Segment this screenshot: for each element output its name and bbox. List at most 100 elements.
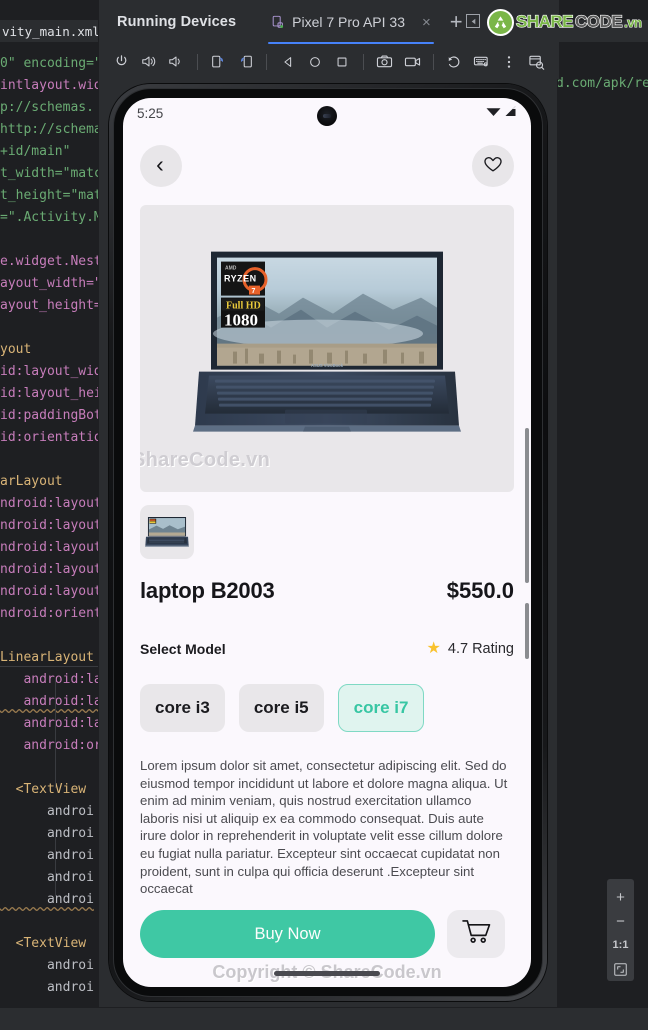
back-button[interactable]: ‹ — [140, 145, 182, 187]
keyboard-shortcuts-icon[interactable] — [471, 49, 492, 74]
code-editor-right-pane[interactable]: d.com/apk/re — [556, 42, 648, 1030]
recycle-logo-icon — [487, 8, 514, 36]
cellular-signal-icon — [504, 104, 517, 122]
code-line: t_height="mat — [0, 188, 100, 203]
product-title-row: laptop B2003 $550.0 — [140, 578, 514, 604]
ide-status-strip — [0, 1008, 648, 1030]
more-options-icon[interactable] — [498, 49, 519, 74]
add-to-cart-button[interactable] — [447, 910, 505, 958]
add-device-tab-button[interactable]: + — [450, 9, 463, 35]
sharecode-logo: SHARE CODE .vn — [487, 7, 642, 37]
fit-to-window-button[interactable] — [608, 957, 633, 981]
device-screen[interactable]: 5:25 ‹ AMD RYZEN 7 Full HD 1080 ASUS Viv… — [123, 98, 531, 987]
purchase-action-row: Buy Now — [140, 910, 514, 958]
toolbar-divider — [432, 53, 434, 70]
screen-scrollbar-thumb-secondary[interactable] — [525, 603, 529, 659]
product-hero-image[interactable]: AMD RYZEN 7 Full HD 1080 ASUS VivoBook S… — [140, 205, 514, 492]
toolbar-divider — [363, 53, 364, 70]
select-model-label: Select Model — [140, 641, 226, 657]
toolbar-divider — [266, 53, 268, 70]
chevron-left-icon: ‹ — [156, 151, 164, 177]
toolbar-divider — [196, 53, 198, 70]
code-line: android:la — [0, 716, 100, 731]
back-nav-icon[interactable] — [277, 49, 298, 74]
running-devices-window: Running Devices Pixel 7 Pro API 33 × + 5… — [98, 0, 634, 1008]
code-line: intlayout.wid — [0, 78, 100, 93]
code-line: androi — [0, 980, 94, 995]
product-price: $550.0 — [446, 578, 514, 603]
code-line: ndroid:layout — [0, 540, 100, 555]
zoom-out-button[interactable]: − — [608, 909, 633, 933]
expand-window-icon[interactable] — [466, 14, 480, 28]
select-model-row: Select Model ★ 4.7 Rating — [140, 640, 514, 658]
rotate-left-icon[interactable] — [207, 49, 228, 74]
code-line: t_width="matc — [0, 166, 100, 181]
code-line: id:orientatio — [0, 430, 100, 445]
screen-scrollbar-thumb[interactable] — [525, 428, 529, 583]
code-line: androi — [0, 958, 94, 973]
device-inspect-icon[interactable] — [526, 49, 547, 74]
buy-now-button[interactable]: Buy Now — [140, 910, 435, 958]
svg-text:ASUS VivoBook: ASUS VivoBook — [311, 363, 344, 368]
product-detail-screen: ‹ AMD RYZEN 7 Full HD 1080 ASUS VivoBook… — [123, 128, 531, 987]
emulator-zoom-panel: + − 1:1 — [607, 879, 634, 981]
code-line: 0" encoding=" — [0, 56, 100, 71]
product-title: laptop B2003 — [140, 578, 275, 603]
code-line: =".Activity.M — [0, 210, 100, 225]
screen-record-icon[interactable] — [401, 49, 422, 74]
thumbnail-item[interactable] — [140, 505, 194, 559]
code-line: id:layout_hei — [0, 386, 100, 401]
code-line: android:la — [0, 672, 100, 687]
buy-now-label: Buy Now — [254, 924, 321, 943]
code-line: ayout_height= — [0, 298, 100, 313]
code-editor-left-pane[interactable]: 0" encoding=" intlayout.wid p://schemas. ht… — [0, 42, 100, 1030]
status-bar-time: 5:25 — [137, 105, 164, 121]
actual-size-button[interactable]: 1:1 — [608, 933, 633, 957]
screenshot-icon[interactable] — [374, 49, 395, 74]
device-tab-pixel-7-pro[interactable]: Pixel 7 Pro API 33 × — [268, 0, 434, 44]
volume-down-icon[interactable] — [165, 49, 186, 74]
android-gesture-nav-bar[interactable] — [274, 971, 380, 976]
zoom-in-button[interactable]: + — [608, 885, 633, 909]
code-line: ndroid:orient — [0, 606, 100, 621]
rotate-right-icon[interactable] — [235, 49, 256, 74]
indent-guide — [55, 832, 56, 896]
model-chip[interactable]: core i3 — [140, 684, 225, 732]
model-chip[interactable]: core i5 — [238, 684, 324, 732]
overview-nav-icon[interactable] — [332, 49, 353, 74]
svg-text:1080: 1080 — [224, 310, 258, 329]
code-line: <TextView — [0, 936, 87, 951]
volume-up-icon[interactable] — [138, 49, 159, 74]
home-nav-icon[interactable] — [304, 49, 325, 74]
power-icon[interactable] — [111, 49, 132, 74]
model-chip-group: core i3 core i5 core i7 — [140, 684, 425, 732]
sharecode-share-text: SHARE — [515, 11, 574, 31]
device-phone-icon — [271, 15, 285, 29]
code-line: <TextView — [0, 782, 87, 797]
code-line: android:la — [0, 694, 100, 709]
front-camera-punch-hole — [317, 106, 337, 126]
code-line: d.com/apk/re — [556, 76, 648, 91]
heart-outline-icon — [483, 155, 503, 178]
model-chip[interactable]: core i7 — [337, 684, 425, 732]
code-divider — [0, 666, 100, 667]
code-line: android:or — [0, 738, 100, 753]
product-description: Lorem ipsum dolor sit amet, consectetur … — [140, 758, 508, 897]
rating-value: 4.7 Rating — [447, 641, 514, 657]
status-bar-icons — [486, 104, 517, 122]
code-line: id:layout_wid — [0, 364, 100, 379]
code-line: androi — [0, 848, 94, 863]
code-line: http://schema — [0, 122, 100, 137]
device-frame: 5:25 ‹ AMD RYZEN 7 Full HD 1080 ASUS Viv… — [109, 84, 547, 1001]
star-icon: ★ — [426, 640, 441, 657]
sharecode-code-text: CODE — [574, 11, 623, 31]
svg-text:AMD: AMD — [225, 265, 237, 271]
close-icon[interactable]: × — [422, 14, 431, 31]
code-line: arLayout — [0, 474, 63, 489]
favorite-button[interactable] — [472, 145, 514, 187]
code-line: ndroid:layout — [0, 496, 100, 511]
back-to-time-icon[interactable] — [444, 49, 465, 74]
